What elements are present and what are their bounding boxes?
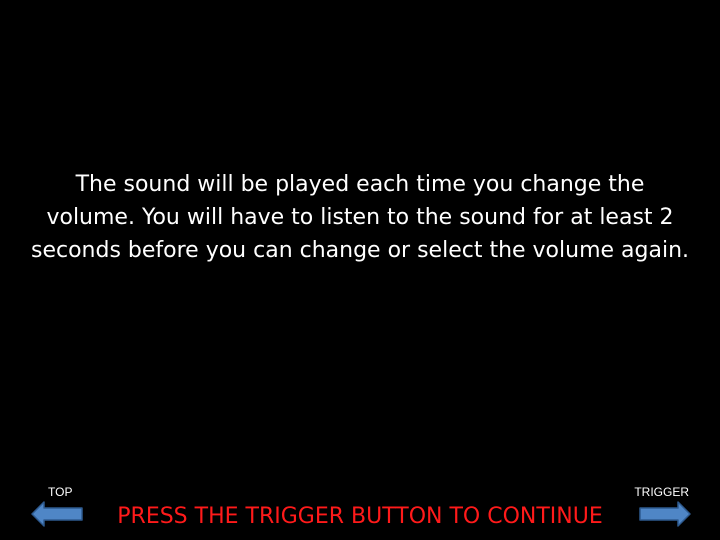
instructions-text: The sound will be played each time you c… — [30, 172, 690, 263]
trigger-label: TRIGGER — [634, 485, 689, 499]
continue-prompt: PRESS THE TRIGGER BUTTON TO CONTINUE — [117, 504, 603, 529]
arrow-right-icon[interactable] — [639, 500, 691, 528]
top-label: TOP — [48, 485, 73, 499]
arrow-left-icon[interactable] — [31, 500, 83, 528]
